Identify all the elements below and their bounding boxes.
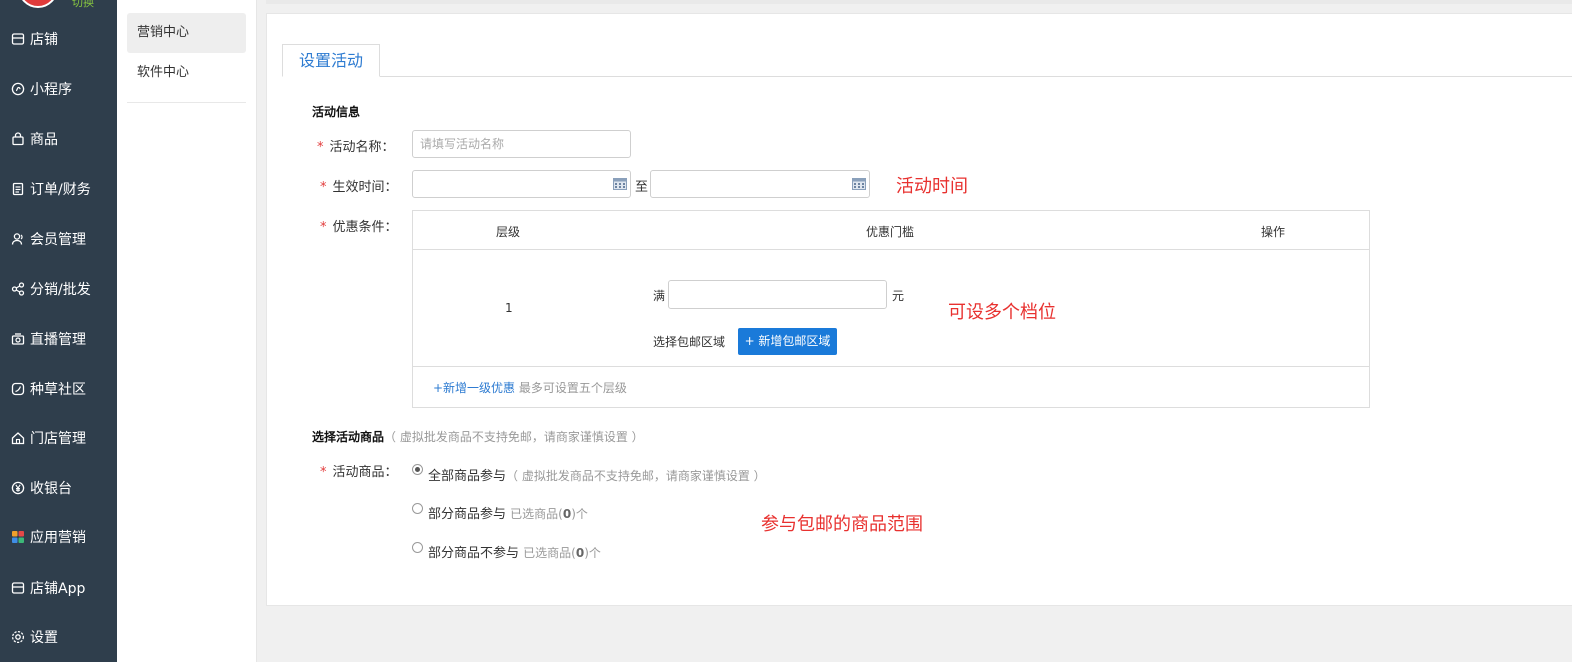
table-header-threshold: 优惠门槛 xyxy=(866,225,915,239)
subnav-item-software-center[interactable]: 软件中心 xyxy=(127,53,246,93)
section-heading-activity-info: 活动信息 xyxy=(312,105,361,119)
sidebar-item-label: 店铺 xyxy=(30,32,58,48)
subnav-item-marketing-center[interactable]: 营销中心 xyxy=(127,13,246,53)
sidebar-item-cashier[interactable]: 收银台 xyxy=(0,476,117,500)
option-exclude-goods-label: 部分商品不参与 已选商品(0)个 xyxy=(428,546,601,561)
sidebar-item-store[interactable]: 店铺 xyxy=(0,27,117,51)
sidebar-item-app-marketing[interactable]: 应用营销 xyxy=(0,525,117,549)
top-divider xyxy=(266,0,1572,4)
sidebar-item-miniprogram[interactable]: 小程序 xyxy=(0,77,117,101)
table-header-level: 层级 xyxy=(496,225,521,239)
tab-divider xyxy=(282,76,1572,77)
section-heading-goods: 选择活动商品（ 虚拟批发商品不支持免邮，请商家谨慎设置 ） xyxy=(312,430,644,444)
radio-all-goods[interactable] xyxy=(412,464,423,475)
subnav-divider xyxy=(127,102,246,103)
option-all-goods-hint: （ 虚拟批发商品不支持免邮，请商家谨慎设置 ） xyxy=(506,469,766,483)
order-icon xyxy=(12,182,24,196)
sidebar-item-label: 设置 xyxy=(30,630,58,646)
calendar-icon[interactable] xyxy=(852,178,866,190)
bag-icon xyxy=(12,132,24,146)
sidebar-item-store-app[interactable]: 店铺App xyxy=(0,576,117,600)
sidebar-item-members[interactable]: 会员管理 xyxy=(0,227,117,251)
sidebar-item-label: 店铺App xyxy=(30,581,86,597)
sub-sidebar: 营销中心 软件中心 xyxy=(117,0,257,662)
members-icon xyxy=(11,233,23,245)
sidebar-item-community[interactable]: 种草社区 xyxy=(0,377,117,401)
currency-unit-label: 元 xyxy=(892,289,905,303)
house-icon xyxy=(11,432,25,445)
option-all-goods-label: 全部商品参与（ 虚拟批发商品不支持免邮，请商家谨慎设置 ） xyxy=(428,469,766,484)
selected-count: 0 xyxy=(562,507,572,521)
activity-goods-label: * 活动商品： xyxy=(320,465,398,480)
add-shipping-region-button[interactable]: + 新增包邮区域 xyxy=(738,328,837,355)
sidebar-item-label: 门店管理 xyxy=(30,431,86,447)
section-heading-goods-hint: （ 虚拟批发商品不支持免邮，请商家谨慎设置 ） xyxy=(384,430,644,444)
radio-partial-goods[interactable] xyxy=(412,503,423,514)
tier-table: 层级 优惠门槛 操作 1 满 元 选择包邮区域 + 新增包邮区域 +新增一级优惠… xyxy=(412,210,1370,408)
community-icon xyxy=(11,382,25,396)
sidebar-item-label: 直播管理 xyxy=(30,332,86,348)
share-icon xyxy=(11,282,25,296)
add-tier-hint: 最多可设置五个层级 xyxy=(518,381,627,395)
sidebar-item-label: 小程序 xyxy=(30,82,72,98)
add-tier-row: +新增一级优惠 最多可设置五个层级 xyxy=(433,379,627,396)
yen-icon xyxy=(11,481,25,495)
sidebar-item-label: 分销/批发 xyxy=(30,282,91,298)
sidebar-item-distribution[interactable]: 分销/批发 xyxy=(0,277,117,301)
sidebar-item-settings[interactable]: 设置 xyxy=(0,625,117,649)
calendar-icon[interactable] xyxy=(613,178,627,190)
store-app-icon xyxy=(11,582,25,594)
sidebar-item-label: 会员管理 xyxy=(30,232,86,248)
sidebar-item-label: 种草社区 xyxy=(30,382,86,398)
region-select-label: 选择包邮区域 xyxy=(653,335,726,349)
shop-logo[interactable] xyxy=(18,0,58,8)
effective-time-label: * 生效时间： xyxy=(320,180,398,195)
activity-name-input[interactable]: 请填写活动名称 xyxy=(412,130,631,158)
start-date-input[interactable] xyxy=(412,170,631,198)
annotation-goods-scope: 参与包邮的商品范围 xyxy=(761,514,923,535)
gear-icon xyxy=(11,630,25,644)
sidebar-item-label: 商品 xyxy=(30,132,58,148)
tier-level-value: 1 xyxy=(505,301,513,315)
miniprogram-icon xyxy=(11,82,25,96)
switch-link[interactable]: 切换 xyxy=(72,0,94,10)
main-panel: 设置活动 活动信息 * 活动名称： 请填写活动名称 * 生效时间： 至 活动时间 *… xyxy=(266,13,1572,606)
annotation-activity-time: 活动时间 xyxy=(896,176,968,197)
sidebar-item-label: 应用营销 xyxy=(30,530,86,546)
option-partial-goods-label: 部分商品参与 已选商品(0)个 xyxy=(428,507,588,522)
store-icon xyxy=(11,33,25,45)
table-header-actions: 操作 xyxy=(1261,225,1286,239)
apps-icon xyxy=(12,531,24,543)
table-header-row: 层级 优惠门槛 操作 xyxy=(413,211,1369,250)
radio-exclude-goods[interactable] xyxy=(412,542,423,553)
date-range-separator: 至 xyxy=(635,180,649,195)
activity-name-label: * 活动名称： xyxy=(317,140,395,155)
discount-condition-label: * 优惠条件： xyxy=(320,220,398,235)
sidebar-item-orders[interactable]: 订单/财务 xyxy=(0,177,117,201)
end-date-input[interactable] xyxy=(650,170,870,198)
threshold-amount-input[interactable] xyxy=(668,280,887,309)
tab-set-activity[interactable]: 设置活动 xyxy=(282,44,380,77)
sidebar-item-label: 订单/财务 xyxy=(30,182,91,198)
main-sidebar: 切换 店铺 小程序 商品 订单/财务 会员管理 分销/批发 直播管理 种草社区 … xyxy=(0,0,117,662)
sidebar-item-live[interactable]: 直播管理 xyxy=(0,327,117,351)
sidebar-item-goods[interactable]: 商品 xyxy=(0,127,117,151)
sidebar-item-label: 收银台 xyxy=(30,481,72,497)
annotation-multiple-tiers: 可设多个档位 xyxy=(948,302,1056,323)
full-prefix-label: 满 xyxy=(653,289,666,303)
table-divider xyxy=(413,366,1369,367)
selected-count: 0 xyxy=(575,546,585,560)
sidebar-item-stores[interactable]: 门店管理 xyxy=(0,426,117,450)
camera-icon xyxy=(11,333,25,345)
add-tier-link[interactable]: +新增一级优惠 xyxy=(433,381,515,395)
